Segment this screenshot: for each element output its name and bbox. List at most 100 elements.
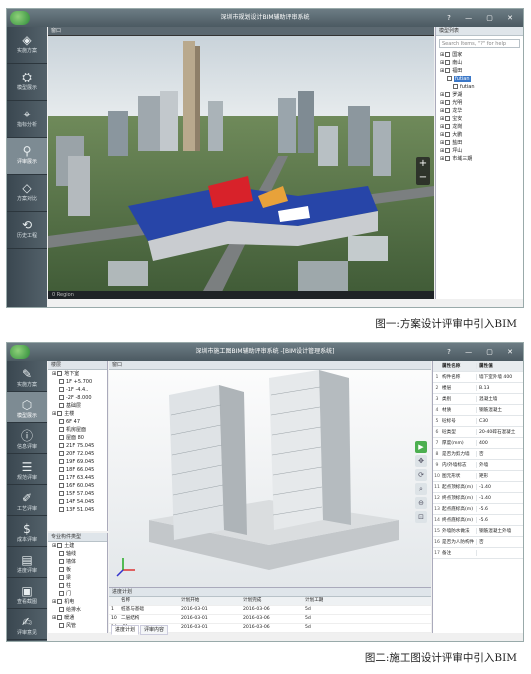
nav-item-history[interactable]: ⟲ 历史工程 — [7, 212, 47, 249]
property-row[interactable]: 12 终点顶标高(m) -1.40 — [433, 493, 523, 504]
expand-icon[interactable]: ⊞ — [440, 68, 444, 74]
tree-item[interactable]: ⊞ 主楼 — [48, 410, 107, 418]
expand-icon[interactable]: ⊞ — [52, 615, 56, 621]
nav-item-comment[interactable]: ✍ 评审意见 — [7, 609, 47, 640]
nav-item-screenshot[interactable]: ▣ 查看截图 — [7, 578, 47, 609]
tree-item[interactable]: ⊞ 盐田 — [436, 139, 523, 147]
checkbox[interactable] — [59, 387, 64, 392]
tree-item[interactable]: ⊞ 市域三期 — [436, 155, 523, 163]
expand-icon[interactable]: ⊞ — [440, 140, 444, 146]
expand-icon[interactable]: ⊞ — [440, 148, 444, 154]
tree-item[interactable]: 15F 57.045 — [48, 490, 107, 498]
nav-item-model[interactable]: ⬡ 模型展示 — [7, 392, 47, 423]
tree-item[interactable]: 16F 60.045 — [48, 482, 107, 490]
tree-item[interactable]: ⊞ 龙岗 — [436, 123, 523, 131]
property-row[interactable]: 2 楼层 B.13 — [433, 383, 523, 394]
nav-item-info[interactable]: ⓘ 信息评审 — [7, 423, 47, 454]
tree-item[interactable]: 13F 51.045 — [48, 506, 107, 514]
checkbox[interactable] — [59, 395, 64, 400]
schedule-row[interactable]: 10 二层结构 2016-03-01 2016-03-06 5d — [109, 615, 431, 624]
tree-item[interactable]: ⊞ 机电 — [48, 598, 107, 606]
tree-item[interactable]: 轴线 — [48, 550, 107, 558]
tree-item[interactable]: 17F 63.445 — [48, 474, 107, 482]
checkbox[interactable] — [57, 371, 63, 376]
zoom-in-button[interactable]: + — [416, 157, 430, 171]
3d-building-viewport[interactable]: 窗口 ▶ ✥ ⟳ ⌕ ⊖ ⊡ — [109, 361, 431, 587]
expand-icon[interactable]: ⊞ — [440, 60, 444, 66]
checkbox[interactable] — [59, 459, 64, 464]
checkbox[interactable] — [445, 60, 451, 65]
tree-item[interactable]: futian — [436, 83, 523, 91]
checkbox[interactable] — [445, 92, 451, 97]
tree-item[interactable]: ⊞ 暖通 — [48, 614, 107, 622]
nav-item-plan[interactable]: ✎ 实施方案 — [7, 361, 47, 392]
tree-item[interactable]: ⊞ 福田 — [436, 67, 523, 75]
property-row[interactable]: 17 备注 — [433, 548, 523, 559]
checkbox[interactable] — [59, 575, 64, 580]
checkbox[interactable] — [59, 623, 64, 628]
tree-item[interactable]: ⊞ 大鹏 — [436, 131, 523, 139]
checkbox[interactable] — [59, 451, 64, 456]
checkbox[interactable] — [57, 615, 63, 620]
tree-item[interactable]: 墙体 — [48, 558, 107, 566]
property-row[interactable]: 3 类别 混凝土墙 — [433, 394, 523, 405]
tree-item[interactable]: ⊞ 南山 — [436, 59, 523, 67]
window-controls[interactable]: ? — ▢ ✕ — [447, 9, 519, 27]
checkbox[interactable] — [445, 124, 451, 129]
checkbox[interactable] — [59, 475, 64, 480]
play-icon[interactable]: ▶ — [415, 441, 427, 453]
tab-schedule[interactable]: 进度计划 — [111, 625, 140, 635]
expand-icon[interactable]: ⊞ — [440, 116, 444, 122]
nav-item-craft[interactable]: ✐ 工艺评审 — [7, 485, 47, 516]
checkbox[interactable] — [453, 84, 458, 89]
tree-item[interactable]: 19F 69.045 — [48, 458, 107, 466]
nav-item-review[interactable]: ⚲ 评审展示 — [7, 138, 47, 175]
expand-icon[interactable]: ⊞ — [440, 100, 444, 106]
property-row[interactable]: 15 外墙防水做法 钢筋混凝土外墙 — [433, 526, 523, 537]
property-row[interactable]: 8 是否为剪力墙否 — [433, 449, 523, 460]
property-row[interactable]: 9 内/外墙标志 外墙 — [433, 460, 523, 471]
zoom-out-icon[interactable]: ⊖ — [415, 497, 427, 509]
checkbox[interactable] — [445, 148, 451, 153]
tree-item[interactable]: ⊞ 地下室 — [48, 370, 107, 378]
nav-item-indicator[interactable]: ⌖ 指标分析 — [7, 101, 47, 138]
expand-icon[interactable]: ⊞ — [440, 156, 444, 162]
tree-item[interactable]: 6F 47 — [48, 418, 107, 426]
property-row[interactable]: 7 厚度(mm) 400 — [433, 438, 523, 449]
checkbox[interactable] — [445, 68, 451, 73]
checkbox[interactable] — [57, 543, 63, 548]
window-controls[interactable]: ? — ▢ ✕ — [447, 343, 519, 361]
tree-item[interactable]: 风管 — [48, 622, 107, 630]
tree-item[interactable]: 20F 72.045 — [48, 450, 107, 458]
tree-item[interactable]: 门 — [48, 590, 107, 598]
tree-item[interactable]: 18F 66.045 — [48, 466, 107, 474]
checkbox[interactable] — [445, 132, 451, 137]
tree-item[interactable]: ⊞ 国家 — [436, 51, 523, 59]
tree-item[interactable]: 梁 — [48, 574, 107, 582]
checkbox[interactable] — [445, 116, 451, 121]
property-row[interactable]: 16 是否为人防构件否 — [433, 537, 523, 548]
rotate-icon[interactable]: ⟳ — [415, 469, 427, 481]
tree-item[interactable]: ⊞ 龙华 — [436, 107, 523, 115]
checkbox[interactable] — [59, 491, 64, 496]
tree-item[interactable]: 给排水 — [48, 606, 107, 614]
nav-item-plan[interactable]: ◈ 实施方案 — [7, 27, 47, 64]
property-row[interactable]: 11 起点顶标高(m) -1.40 — [433, 482, 523, 493]
3d-city-viewport[interactable]: 窗口 + − 0 Region — [48, 27, 434, 299]
expand-icon[interactable]: ⊞ — [440, 108, 444, 114]
checkbox[interactable] — [445, 156, 451, 161]
checkbox[interactable] — [445, 100, 451, 105]
checkbox[interactable] — [59, 607, 64, 612]
tree-item[interactable]: 柱 — [48, 582, 107, 590]
checkbox[interactable] — [59, 403, 64, 408]
nav-item-rule[interactable]: ☰ 规范评审 — [7, 454, 47, 485]
schedule-row[interactable]: 1 桩基与基础 2016-03-01 2016-03-06 5d — [109, 606, 431, 615]
property-row[interactable]: 14 终点底标高(m) -5.6 — [433, 515, 523, 526]
expand-icon[interactable]: ⊞ — [440, 92, 444, 98]
property-row[interactable]: 4 材质 钢筋混凝土 — [433, 405, 523, 416]
property-row[interactable]: 1 构件名称 墙下室外墙 400 — [433, 372, 523, 383]
checkbox[interactable] — [447, 76, 452, 81]
expand-icon[interactable]: ⊞ — [52, 411, 56, 417]
tree-item[interactable]: -1F -4.4.. — [48, 386, 107, 394]
tab-review-content[interactable]: 评审内容 — [140, 625, 169, 635]
